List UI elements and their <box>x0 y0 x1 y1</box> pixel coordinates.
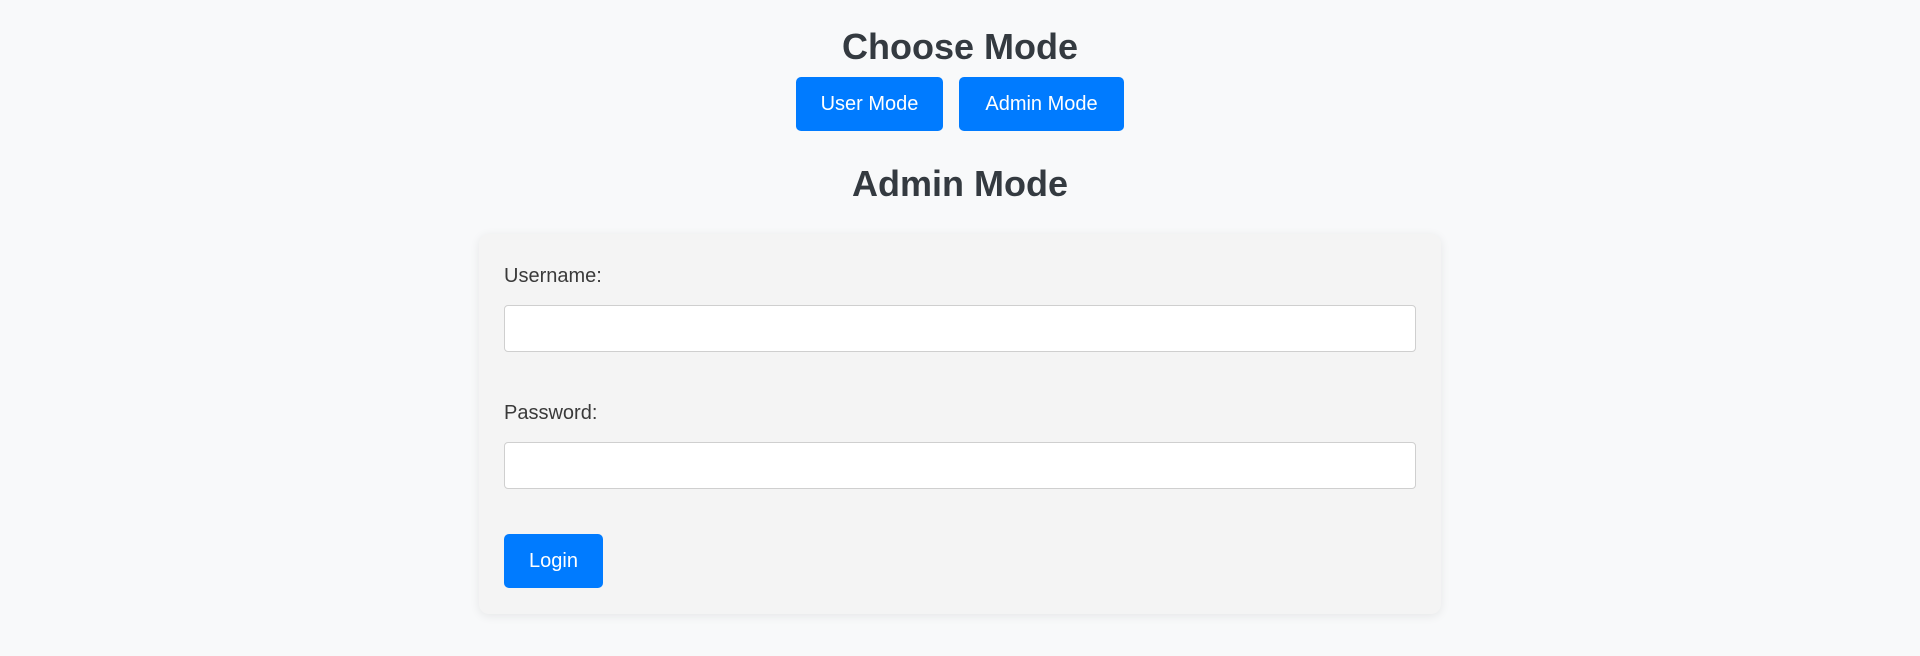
user-mode-button[interactable]: User Mode <box>796 77 943 131</box>
password-input[interactable] <box>504 442 1416 489</box>
login-button[interactable]: Login <box>504 534 603 588</box>
login-form: Username: Password: Login <box>479 234 1441 614</box>
admin-mode-button[interactable]: Admin Mode <box>959 77 1124 131</box>
username-label: Username: <box>504 265 602 287</box>
password-label: Password: <box>504 402 598 424</box>
section-title: Admin Mode <box>852 163 1068 204</box>
page-title: Choose Mode <box>841 26 1078 67</box>
username-input[interactable] <box>504 305 1416 352</box>
mode-selector: User Mode Admin Mode <box>0 77 1920 131</box>
page: Choose Mode User Mode Admin Mode Admin M… <box>0 0 1920 656</box>
